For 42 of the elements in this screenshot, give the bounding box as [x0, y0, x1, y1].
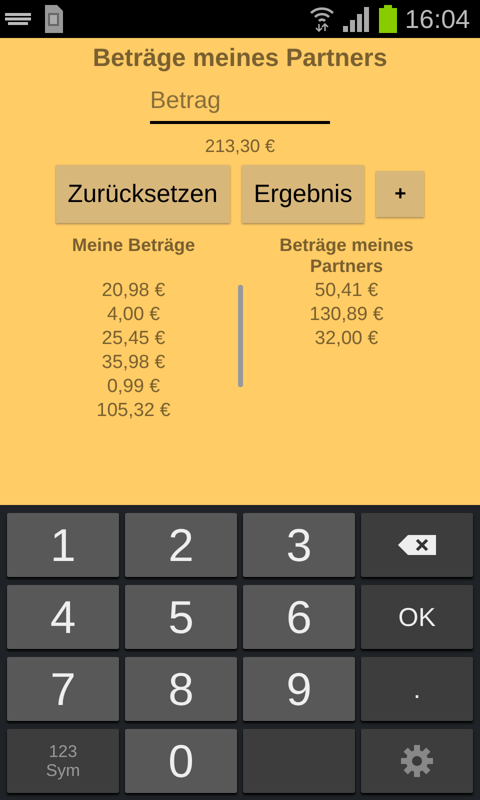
settings-icon	[400, 744, 434, 778]
digit-key[interactable]: 9	[243, 657, 355, 721]
amount-entry: 0,99 €	[107, 375, 160, 399]
digit-key[interactable]: 5	[125, 585, 237, 649]
digit-key[interactable]: 8	[125, 657, 237, 721]
add-button[interactable]: +	[376, 171, 424, 217]
symbols-key[interactable]: 123 Sym	[7, 729, 119, 793]
action-button[interactable]: Ergebnis	[242, 165, 364, 223]
wifi-icon	[308, 5, 335, 33]
digit-key[interactable]: 0	[125, 729, 237, 793]
digit-key[interactable]: 4	[7, 585, 119, 649]
backspace-key[interactable]	[361, 513, 473, 577]
amount-entry: 50,41 €	[314, 279, 378, 303]
key-label: 123	[48, 742, 78, 761]
key[interactable]: OK	[361, 585, 473, 649]
screen-title: Beträge meines Partners	[92, 44, 388, 73]
amount-entry: 25,45 €	[102, 327, 166, 351]
backspace-icon	[398, 535, 436, 555]
total-amount: 213,30 €	[204, 136, 276, 157]
sim-card-icon	[43, 4, 65, 34]
key-label: Sym	[46, 761, 80, 780]
amount-entry: 130,89 €	[310, 303, 384, 327]
column-heading: Meine Beträge	[70, 235, 196, 257]
amount-field[interactable]: Betrag	[150, 81, 330, 124]
settings-key[interactable]	[361, 729, 473, 793]
key[interactable]: .	[361, 657, 473, 721]
amount-entry: 20,98 €	[102, 279, 166, 303]
battery-icon	[378, 5, 397, 33]
amount-entry: 105,32 €	[96, 399, 170, 423]
digit-key[interactable]: 3	[243, 513, 355, 577]
digit-key[interactable]: 7	[7, 657, 119, 721]
action-button[interactable]: Zurücksetzen	[56, 165, 230, 223]
digit-key[interactable]: 2	[125, 513, 237, 577]
digit-key[interactable]: 6	[243, 585, 355, 649]
amount-entry: 4,00 €	[107, 303, 160, 327]
digit-key[interactable]: 1	[7, 513, 119, 577]
signal-icon	[342, 6, 371, 32]
keyboard-icon	[5, 13, 31, 25]
amount-entry: 35,98 €	[102, 351, 166, 375]
amount-entry: 32,00 €	[314, 327, 378, 351]
column-heading: Beträge meines Partners	[278, 235, 415, 278]
clock: 16:04	[404, 4, 470, 34]
